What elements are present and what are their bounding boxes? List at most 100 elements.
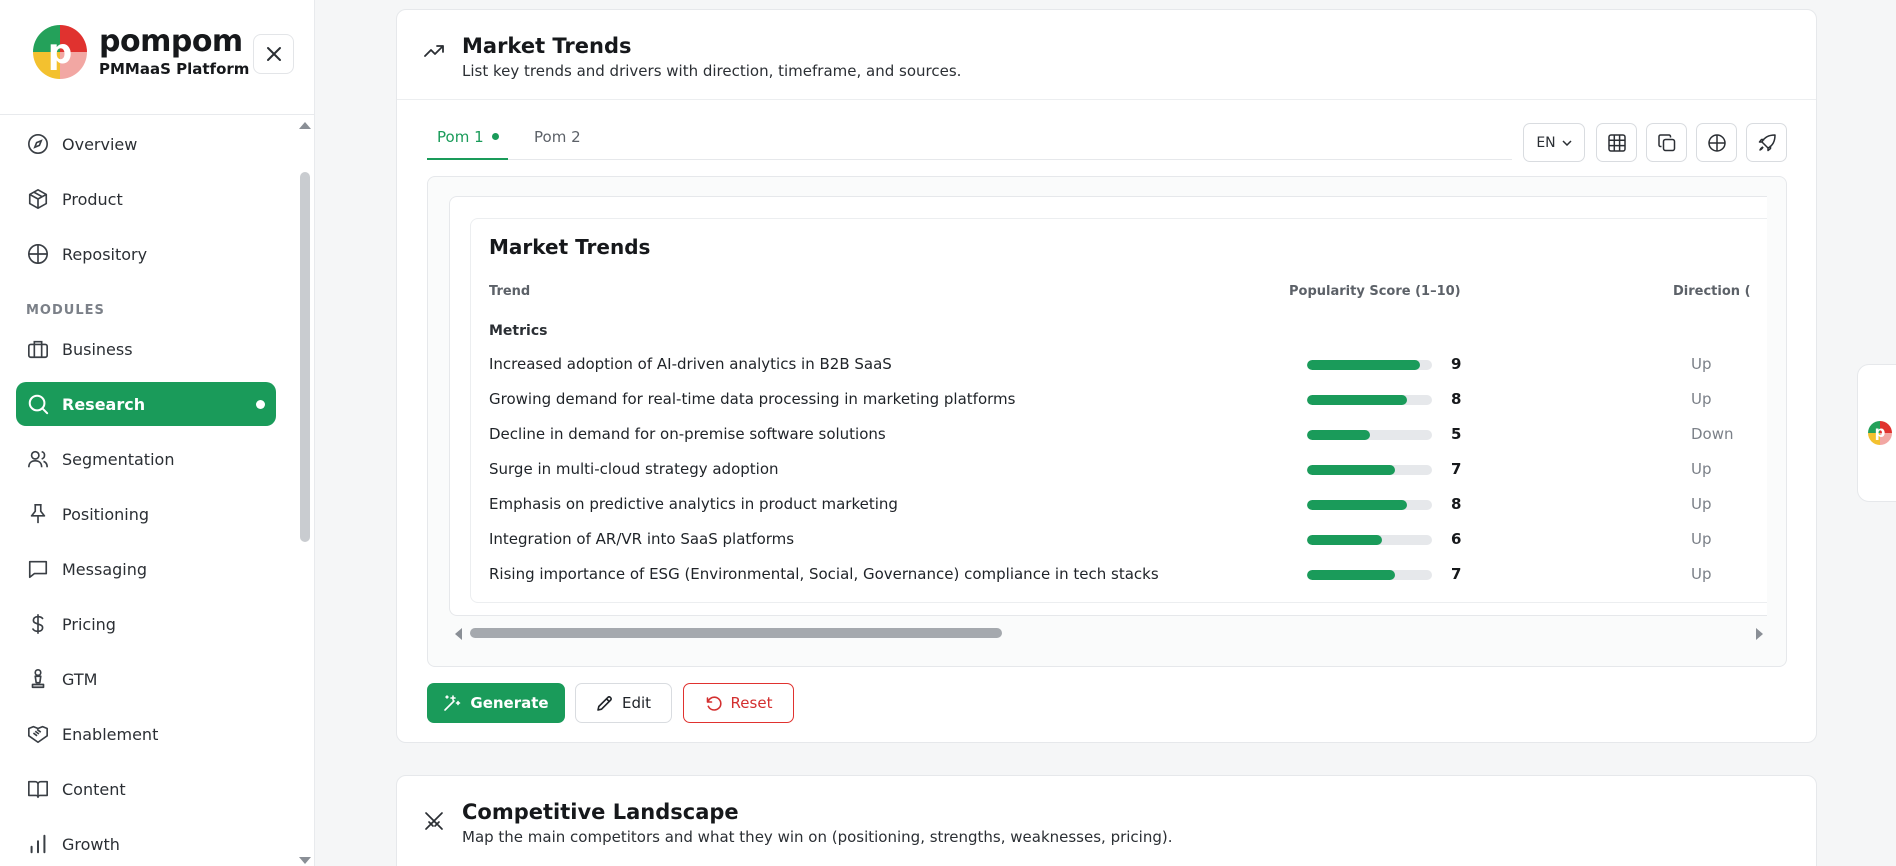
score-bar-fill (1307, 570, 1395, 580)
sidebar-item-pricing[interactable]: Pricing (16, 602, 276, 646)
sidebar-item-content[interactable]: Content (16, 767, 276, 811)
copy-icon (1657, 133, 1675, 151)
tab-pom-1[interactable]: Pom 1 (427, 122, 508, 160)
sidebar-scrollbar[interactable] (299, 122, 311, 866)
trending-up-icon (424, 45, 444, 57)
scroll-down-arrow-icon[interactable] (299, 857, 311, 864)
tab-pom-2[interactable]: Pom 2 (534, 122, 581, 160)
horizontal-scrollbar-thumb[interactable] (470, 628, 1002, 638)
score-bar-fill (1307, 500, 1407, 510)
sparkles-wand-icon (443, 694, 461, 712)
scroll-up-arrow-icon[interactable] (299, 122, 311, 129)
chevron-down-icon (1562, 139, 1572, 146)
tab-label: Pom 1 (437, 128, 484, 146)
active-tab-dot (491, 132, 499, 140)
launch-button[interactable] (1746, 123, 1787, 162)
active-indicator-dot (256, 400, 265, 409)
button-label: Edit (621, 694, 652, 712)
sidebar-item-repository[interactable]: Repository (16, 232, 276, 276)
dollar-icon (26, 612, 50, 636)
close-sidebar-button[interactable] (253, 34, 294, 74)
sidebar-item-label: Research (62, 394, 146, 414)
book-icon (26, 777, 50, 801)
sidebar-item-label: Positioning (62, 504, 150, 524)
brand-subtitle: PMMaaS Platform (99, 60, 250, 78)
column-header-score: Popularity Score (1–10) (1289, 284, 1461, 299)
card-title: Market Trends (462, 34, 632, 58)
globe-button[interactable] (1696, 123, 1737, 162)
brand-name: pompom (99, 24, 243, 59)
search-icon (26, 392, 50, 416)
score-value: 8 (1451, 390, 1462, 408)
copy-button[interactable] (1646, 123, 1687, 162)
scroll-right-arrow-icon[interactable] (1756, 628, 1763, 640)
table-view-button[interactable] (1596, 123, 1637, 162)
sidebar-item-research[interactable]: Research (16, 382, 276, 426)
scrollbar-thumb[interactable] (300, 172, 310, 542)
table-horizontal-scrollbar[interactable] (449, 623, 1767, 643)
score-value: 6 (1451, 530, 1462, 548)
sidebar-item-business[interactable]: Business (16, 327, 276, 371)
score-bar (1307, 430, 1432, 440)
sidebar-item-product[interactable]: Product (16, 177, 276, 221)
brand[interactable]: p pompom PMMaaS Platform (33, 25, 249, 79)
generate-button[interactable]: Generate (427, 683, 565, 723)
close-icon (266, 47, 281, 61)
reset-button[interactable]: Reset (683, 683, 794, 723)
rocket-icon (1758, 133, 1776, 151)
table-row: Integration of AR/VR into SaaS platforms… (489, 522, 1767, 557)
score-value: 9 (1451, 355, 1462, 373)
score-bar (1307, 570, 1432, 580)
sidebar-item-messaging[interactable]: Messaging (16, 547, 276, 591)
column-header-trend: Trend (489, 284, 531, 299)
globe-icon (1707, 133, 1726, 152)
output-panel: Market Trends Trend Popularity Score (1–… (427, 176, 1787, 667)
pompom-logo-icon: p (33, 25, 87, 79)
language-value: EN (1536, 134, 1556, 151)
direction-value: Up (1691, 565, 1712, 583)
button-label: Generate (470, 694, 549, 712)
table-title: Market Trends (489, 235, 651, 259)
sidebar-item-label: Repository (62, 244, 148, 264)
trend-name: Increased adoption of AI-driven analytic… (489, 355, 892, 373)
score-value: 7 (1451, 565, 1462, 583)
globe-icon (26, 242, 50, 266)
sidebar-item-label: Enablement (62, 724, 159, 744)
scroll-left-arrow-icon[interactable] (455, 628, 462, 640)
trend-name: Surge in multi-cloud strategy adoption (489, 460, 779, 478)
pin-icon (26, 502, 50, 526)
direction-value: Up (1691, 355, 1712, 373)
direction-value: Up (1691, 530, 1712, 548)
pom-tabs: Pom 1 Pom 2 (427, 122, 1512, 160)
box-icon (26, 187, 50, 211)
direction-value: Down (1691, 425, 1734, 443)
assistant-floating-tab[interactable]: p (1857, 364, 1896, 502)
group-label-metrics: Metrics (489, 323, 548, 339)
score-bar (1307, 465, 1432, 475)
language-select[interactable]: EN (1523, 123, 1585, 162)
sidebar-item-overview[interactable]: Overview (16, 122, 276, 166)
sidebar-item-enablement[interactable]: Enablement (16, 712, 276, 756)
brand-text: pompom PMMaaS Platform (99, 24, 250, 79)
score-bar (1307, 360, 1432, 370)
logo-letter: p (1874, 423, 1886, 441)
competitive-landscape-card: Competitive Landscape Map the main compe… (396, 775, 1817, 866)
modules-section-label: MODULES (26, 303, 105, 318)
table-row: Emphasis on predictive analytics in prod… (489, 487, 1767, 522)
rotate-ccw-icon (705, 695, 722, 712)
handshake-icon (26, 722, 50, 746)
table-row: Rising importance of ESG (Environmental,… (489, 557, 1767, 592)
table-row: Surge in multi-cloud strategy adoption 7… (489, 452, 1767, 487)
edit-button[interactable]: Edit (575, 683, 672, 723)
card-title: Competitive Landscape (462, 800, 739, 824)
sidebar-item-segmentation[interactable]: Segmentation (16, 437, 276, 481)
sidebar-item-positioning[interactable]: Positioning (16, 492, 276, 536)
trend-name: Emphasis on predictive analytics in prod… (489, 495, 898, 513)
trend-name: Rising importance of ESG (Environmental,… (489, 565, 1159, 583)
sidebar-item-gtm[interactable]: GTM (16, 657, 276, 701)
score-bar-fill (1307, 360, 1420, 370)
sidebar-item-growth[interactable]: Growth (16, 822, 276, 866)
sidebar-item-label: Content (62, 779, 126, 799)
sidebar-item-label: Growth (62, 834, 120, 854)
table-scroll-viewport[interactable]: Market Trends Trend Popularity Score (1–… (449, 196, 1767, 616)
